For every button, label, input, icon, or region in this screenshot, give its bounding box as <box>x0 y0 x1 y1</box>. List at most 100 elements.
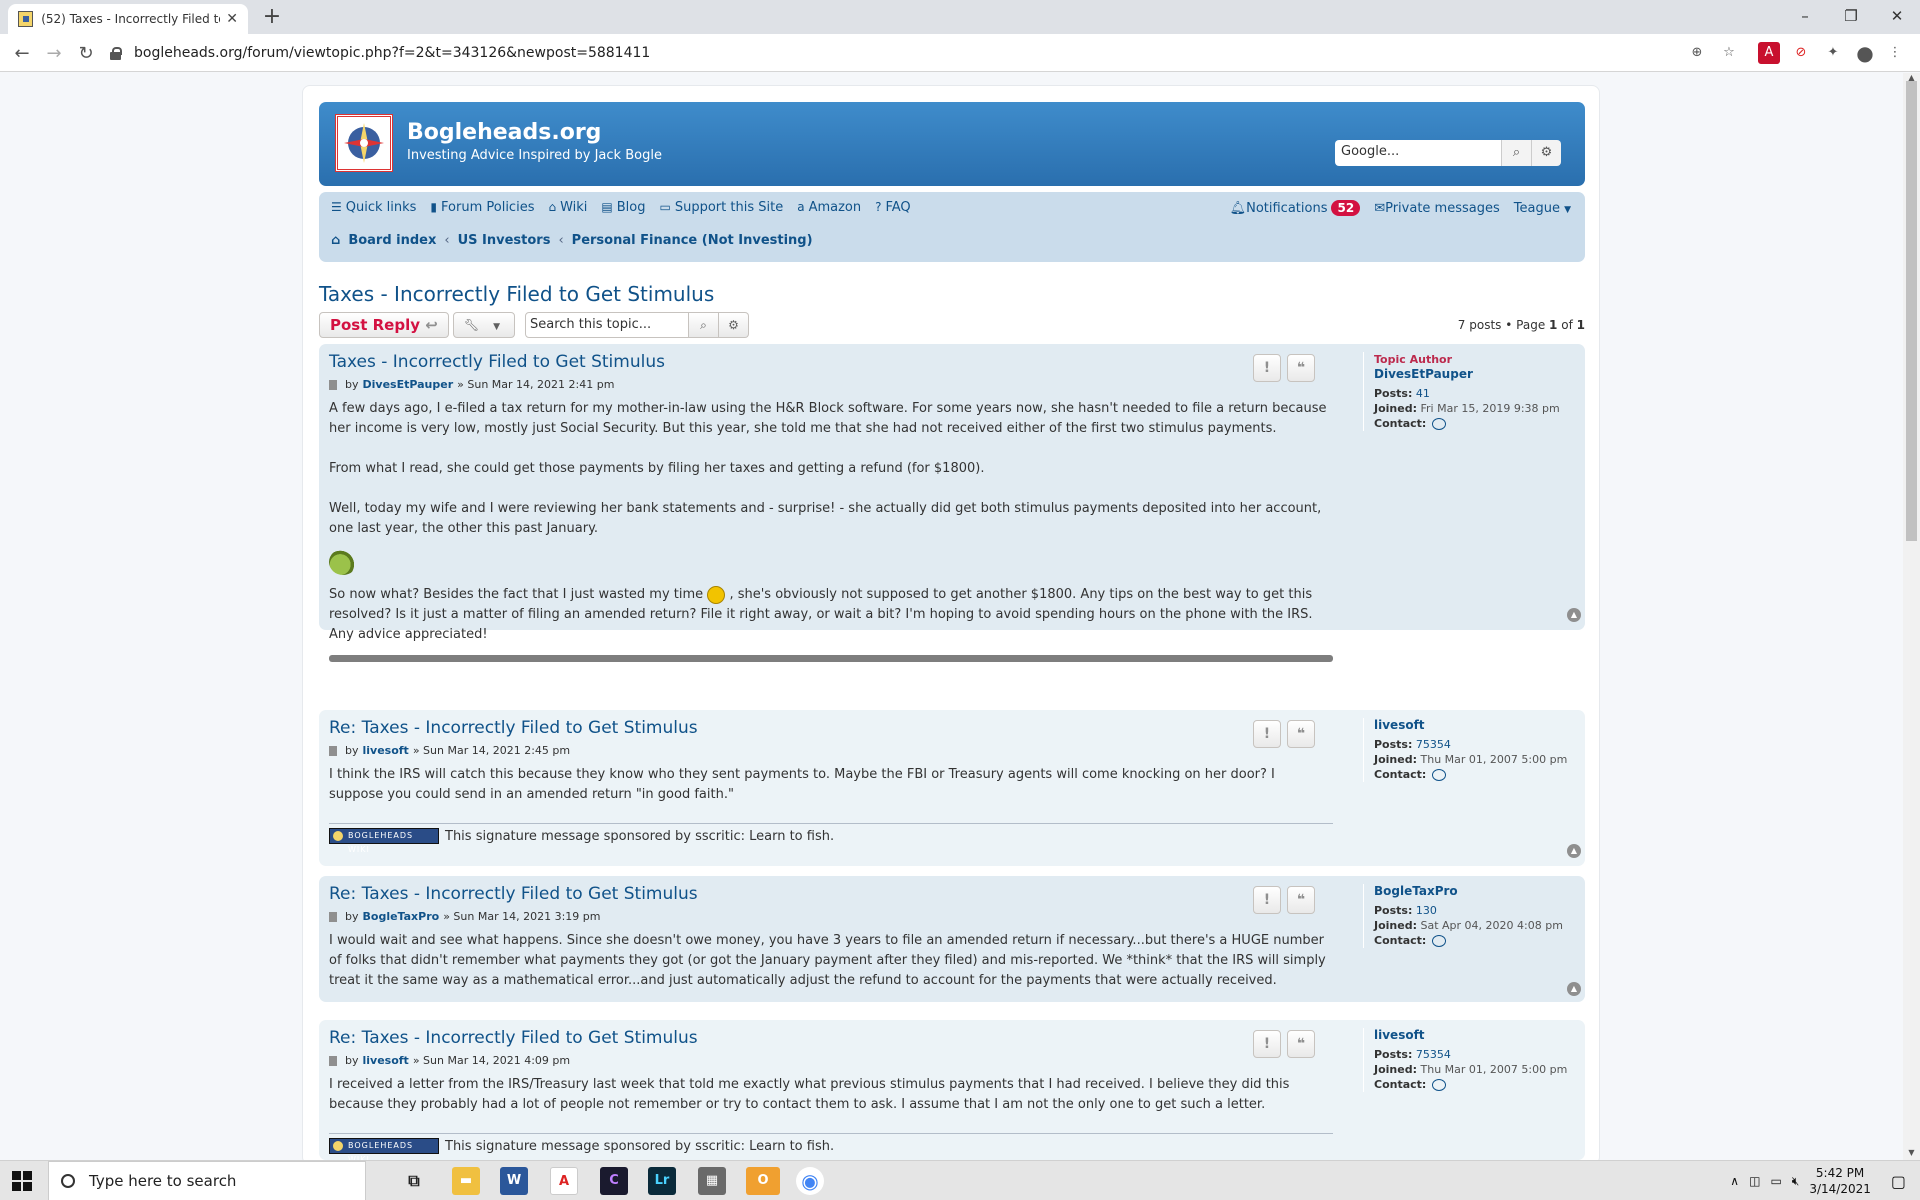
breadcrumb-personal-finance[interactable]: Personal Finance (Not Investing) <box>572 233 813 248</box>
acrobat-extension-icon[interactable]: A <box>1758 42 1780 64</box>
forward-icon[interactable]: → <box>40 40 68 68</box>
windows-start-icon[interactable] <box>12 1171 32 1191</box>
word-icon[interactable]: W <box>500 1167 528 1195</box>
contact-chat-icon[interactable] <box>1432 418 1447 430</box>
bogleheads-wiki-badge[interactable]: BOGLEHEADS WIKI <box>329 1138 439 1164</box>
site-logo-icon[interactable] <box>335 114 393 172</box>
post-title[interactable]: Re: Taxes - Incorrectly Filed to Get Sti… <box>329 1028 1333 1048</box>
quote-icon[interactable]: ❝ <box>1287 354 1315 382</box>
network-icon[interactable]: ▭ <box>1770 1174 1781 1188</box>
back-to-top-icon[interactable]: ▲ <box>1567 844 1581 858</box>
faq-link[interactable]: ? FAQ <box>875 200 911 215</box>
profile-username[interactable]: DivesEtPauper <box>1374 367 1573 382</box>
contact-chat-icon[interactable] <box>1432 769 1447 781</box>
scroll-down-arrow-icon[interactable]: ▼ <box>1903 1148 1920 1160</box>
quote-icon[interactable]: ❝ <box>1287 720 1315 748</box>
support-link[interactable]: ▭ Support this Site <box>660 200 784 215</box>
bookmark-star-icon[interactable]: ☆ <box>1718 42 1740 64</box>
post-icon[interactable] <box>329 745 337 756</box>
post-icon[interactable] <box>329 379 337 390</box>
quote-icon[interactable]: ❝ <box>1287 886 1315 914</box>
code-scrollbar[interactable] <box>329 655 1333 662</box>
gear-icon[interactable]: ⚙ <box>1531 140 1561 166</box>
post-title[interactable]: Taxes - Incorrectly Filed to Get Stimulu… <box>329 352 1333 372</box>
reload-icon[interactable]: ↻ <box>72 40 100 68</box>
back-icon[interactable]: ← <box>8 40 36 68</box>
close-tab-icon[interactable]: ✕ <box>226 11 238 27</box>
profile-post-count[interactable]: 130 <box>1416 904 1437 917</box>
topic-tools-button[interactable]: 🔧︎ ▼ <box>453 312 515 338</box>
chrome-menu-icon[interactable]: ⋮ <box>1884 42 1906 64</box>
search-icon[interactable]: ⌕ <box>1501 140 1531 166</box>
volume-muted-icon[interactable]: 🔇︎ <box>1792 1174 1800 1189</box>
amazon-link[interactable]: a Amazon <box>797 200 861 215</box>
minimize-button[interactable]: – <box>1782 0 1828 32</box>
breadcrumb-board-index[interactable]: Board index <box>348 233 436 248</box>
user-menu[interactable]: Teague ▼ <box>1514 201 1571 216</box>
chrome-icon[interactable]: ◉ <box>796 1167 824 1195</box>
post-author[interactable]: DivesEtPauper <box>363 378 454 391</box>
back-to-top-icon[interactable]: ▲ <box>1567 608 1581 622</box>
post-author[interactable]: livesoft <box>363 744 409 757</box>
report-icon[interactable]: ! <box>1253 886 1281 914</box>
site-name[interactable]: Bogleheads.org <box>407 120 601 145</box>
wiki-link[interactable]: ⌂ Wiki <box>548 200 587 215</box>
post-author[interactable]: livesoft <box>363 1054 409 1067</box>
calculator-icon[interactable]: ▦ <box>698 1167 726 1195</box>
lightroom-icon[interactable]: Lr <box>648 1167 676 1195</box>
contact-chat-icon[interactable] <box>1432 1079 1447 1091</box>
profile-avatar-icon[interactable]: ● <box>1854 42 1876 64</box>
scrollbar-thumb[interactable] <box>1906 81 1917 541</box>
taskbar-search-box[interactable]: Type here to search <box>48 1161 366 1200</box>
gear-icon[interactable]: ⚙ <box>719 312 749 338</box>
contact-chat-icon[interactable] <box>1432 935 1447 947</box>
profile-post-count[interactable]: 75354 <box>1416 1048 1451 1061</box>
post-title[interactable]: Re: Taxes - Incorrectly Filed to Get Sti… <box>329 884 1333 904</box>
search-icon[interactable]: ⌕ <box>689 312 719 338</box>
address-bar[interactable]: bogleheads.org/forum/viewtopic.php?f=2&t… <box>110 38 1750 68</box>
report-icon[interactable]: ! <box>1253 354 1281 382</box>
notification-center-icon[interactable]: ▢ <box>1891 1172 1906 1191</box>
blocker-extension-icon[interactable]: ⊘ <box>1790 42 1812 64</box>
new-tab-button[interactable]: + <box>258 5 286 29</box>
profile-post-count[interactable]: 41 <box>1416 387 1430 400</box>
google-search-input[interactable]: Google... <box>1335 140 1501 166</box>
profile-username[interactable]: livesoft <box>1374 718 1573 733</box>
post-title[interactable]: Re: Taxes - Incorrectly Filed to Get Sti… <box>329 718 1333 738</box>
topic-title[interactable]: Taxes - Incorrectly Filed to Get Stimulu… <box>319 282 714 306</box>
browser-tab[interactable]: (52) Taxes - Incorrectly Filed to Get St… <box>8 4 248 34</box>
post-author[interactable]: BogleTaxPro <box>363 910 440 923</box>
bogleheads-wiki-badge[interactable]: BOGLEHEADS WIKI <box>329 828 439 854</box>
quote-icon[interactable]: ❝ <box>1287 1030 1315 1058</box>
meet-now-icon[interactable]: ◫ <box>1749 1174 1760 1188</box>
taskbar-clock[interactable]: 5:42 PM 3/14/2021 <box>1809 1165 1871 1197</box>
report-icon[interactable]: ! <box>1253 1030 1281 1058</box>
outlook-icon[interactable]: O <box>746 1167 780 1195</box>
post-icon[interactable] <box>329 1055 337 1066</box>
private-messages-link[interactable]: ✉Private messages <box>1374 201 1500 216</box>
file-explorer-icon[interactable]: ▬ <box>452 1167 480 1195</box>
restore-button[interactable]: ❐ <box>1828 0 1874 32</box>
quick-links-link[interactable]: ☰ Quick links <box>331 200 416 215</box>
close-window-button[interactable]: ✕ <box>1874 0 1920 32</box>
page-scrollbar[interactable]: ▲ ▼ <box>1903 73 1920 1160</box>
task-view-icon[interactable]: ⧉ <box>400 1167 428 1195</box>
profile-username[interactable]: livesoft <box>1374 1028 1573 1043</box>
extensions-puzzle-icon[interactable]: ✦ <box>1822 42 1844 64</box>
post-reply-button[interactable]: Post Reply ↩ <box>319 312 449 338</box>
forum-policies-link[interactable]: ▮ Forum Policies <box>430 200 534 215</box>
media-app-icon[interactable]: C <box>600 1167 628 1195</box>
post-icon[interactable] <box>329 911 337 922</box>
zoom-icon[interactable]: ⊕ <box>1686 42 1708 64</box>
back-to-top-icon[interactable]: ▲ <box>1567 982 1581 996</box>
acrobat-icon[interactable]: A <box>550 1167 578 1195</box>
profile-post-count[interactable]: 75354 <box>1416 738 1451 751</box>
blog-link[interactable]: ▤ Blog <box>601 200 645 215</box>
report-icon[interactable]: ! <box>1253 720 1281 748</box>
post-profile: livesoft Posts: 75354 Joined: Thu Mar 01… <box>1363 1028 1573 1092</box>
notifications-link[interactable]: 🔔︎Notifications 52 <box>1230 200 1361 216</box>
topic-search-input[interactable]: Search this topic... <box>525 312 689 338</box>
profile-username[interactable]: BogleTaxPro <box>1374 884 1573 899</box>
breadcrumb-us-investors[interactable]: US Investors <box>458 233 551 248</box>
tray-overflow-icon[interactable]: ∧ <box>1730 1174 1739 1188</box>
